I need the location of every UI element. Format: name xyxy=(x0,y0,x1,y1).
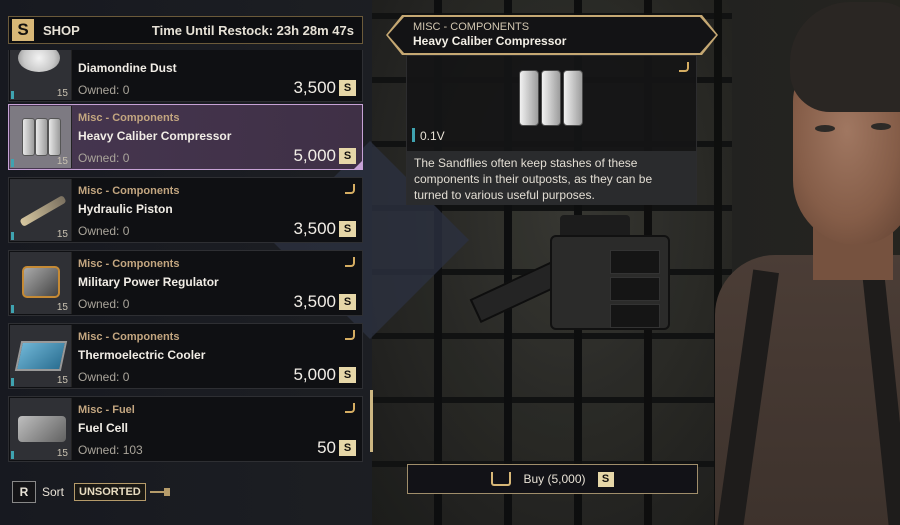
currency-icon: S xyxy=(339,440,356,456)
hand-icon xyxy=(679,62,689,72)
item-owned: Owned: 0 xyxy=(78,297,130,311)
sort-label[interactable]: Sort xyxy=(42,485,64,499)
item-owned: Owned: 0 xyxy=(78,151,130,165)
item-thumbnail: 15 xyxy=(10,325,72,387)
merchant-character xyxy=(695,0,900,525)
quality-marker xyxy=(11,305,14,313)
item-description: The Sandflies often keep stashes of thes… xyxy=(407,151,696,205)
item-quality: 15 xyxy=(56,375,68,386)
item-price: 5,000 xyxy=(293,365,336,384)
detail-category: MISC - COMPONENTS xyxy=(413,21,530,33)
sort-toggle-icon[interactable] xyxy=(149,488,170,496)
shop-item[interactable]: 15 Misc - Components Military Power Regu… xyxy=(8,250,363,316)
item-category: Misc - Fuel xyxy=(78,404,135,416)
item-thumbnail: 15 xyxy=(10,398,72,460)
item-owned: Owned: 0 xyxy=(78,224,130,238)
shop-item[interactable]: 15 Misc - Components Hydraulic Piston Ow… xyxy=(8,177,363,243)
spacebar-key-icon xyxy=(491,472,512,486)
shop-item[interactable]: 15 Misc - Components Thermoelectric Cool… xyxy=(8,323,363,389)
quality-marker xyxy=(11,91,14,99)
regulator-icon xyxy=(22,266,60,298)
currency-icon: S xyxy=(339,294,356,310)
item-category: Misc - Components xyxy=(78,112,180,124)
item-name: Heavy Caliber Compressor xyxy=(78,129,232,143)
item-detail-panel: 0.1V The Sandflies often keep stashes of… xyxy=(406,55,697,205)
item-thumbnail: 15 xyxy=(10,50,72,100)
item-thumbnail: 15 xyxy=(10,179,72,241)
hand-icon xyxy=(345,330,355,340)
item-quality: 15 xyxy=(56,302,68,313)
hand-icon xyxy=(345,403,355,413)
item-name: Military Power Regulator xyxy=(78,275,219,289)
hand-icon xyxy=(345,184,355,194)
currency-icon: S xyxy=(597,471,614,487)
shop-item[interactable]: 15 Misc - Fuel Fuel Cell Owned: 103 50 S xyxy=(8,396,363,462)
shop-item-list[interactable]: 15 Diamondine Dust Owned: 0 3,500 S 15 M… xyxy=(8,50,363,468)
shop-title: SHOP xyxy=(43,22,80,38)
quality-marker xyxy=(11,378,14,386)
quality-marker xyxy=(11,159,14,167)
item-price: 5,000 xyxy=(293,146,336,165)
item-owned: Owned: 0 xyxy=(78,370,130,384)
sort-mode-badge[interactable]: UNSORTED xyxy=(74,483,146,501)
dust-icon xyxy=(18,50,60,72)
currency-icon: S xyxy=(339,148,356,164)
currency-icon: S xyxy=(339,221,356,237)
item-quality: 15 xyxy=(56,448,68,459)
piston-icon xyxy=(19,195,67,227)
quality-marker xyxy=(11,232,14,240)
item-quality: 15 xyxy=(56,229,68,240)
shop-header: S SHOP Time Until Restock: 23h 28m 47s xyxy=(8,16,363,44)
buy-label: Buy (5,000) xyxy=(523,472,586,486)
item-price: 3,500 xyxy=(293,292,336,311)
item-category: Misc - Components xyxy=(78,258,180,270)
currency-icon: S xyxy=(339,80,356,96)
item-category: Misc - Components xyxy=(78,185,180,197)
shop-logo-icon: S xyxy=(12,19,34,41)
item-quality: 15 xyxy=(56,88,68,99)
item-name: Fuel Cell xyxy=(78,421,129,435)
quality-marker xyxy=(11,451,14,459)
item-price: 50 xyxy=(317,438,336,457)
fuel-cell-icon xyxy=(18,416,66,442)
detail-item-name: Heavy Caliber Compressor xyxy=(413,34,567,48)
shop-item-selected[interactable]: 15 Misc - Components Heavy Caliber Compr… xyxy=(8,104,363,170)
wall-mount-machinery xyxy=(469,215,685,335)
item-price: 3,500 xyxy=(293,78,336,97)
currency-icon: S xyxy=(339,367,356,383)
cooler-icon xyxy=(14,341,68,371)
item-owned: Owned: 103 xyxy=(78,443,143,457)
item-thumbnail: 15 xyxy=(10,106,72,168)
buy-button[interactable]: Buy (5,000) S xyxy=(407,464,698,494)
restock-timer: Time Until Restock: 23h 28m 47s xyxy=(151,22,354,38)
item-quality: 15 xyxy=(56,156,68,167)
item-weight: 0.1V xyxy=(420,129,445,143)
compressor-icon xyxy=(517,66,587,128)
sort-keybind[interactable]: R xyxy=(12,481,36,503)
item-list-scrollbar[interactable] xyxy=(370,390,373,452)
item-price: 3,500 xyxy=(293,219,336,238)
item-name: Thermoelectric Cooler xyxy=(78,348,206,362)
sort-bar[interactable]: R Sort UNSORTED xyxy=(12,480,170,504)
item-category: Misc - Components xyxy=(78,331,180,343)
compressor-icon xyxy=(20,114,62,160)
weight-marker xyxy=(412,128,415,142)
item-name: Diamondine Dust xyxy=(78,61,177,75)
hand-icon xyxy=(345,257,355,267)
item-owned: Owned: 0 xyxy=(78,83,130,97)
shop-item[interactable]: 15 Diamondine Dust Owned: 0 3,500 S xyxy=(8,50,363,102)
item-thumbnail: 15 xyxy=(10,252,72,314)
item-name: Hydraulic Piston xyxy=(78,202,173,216)
